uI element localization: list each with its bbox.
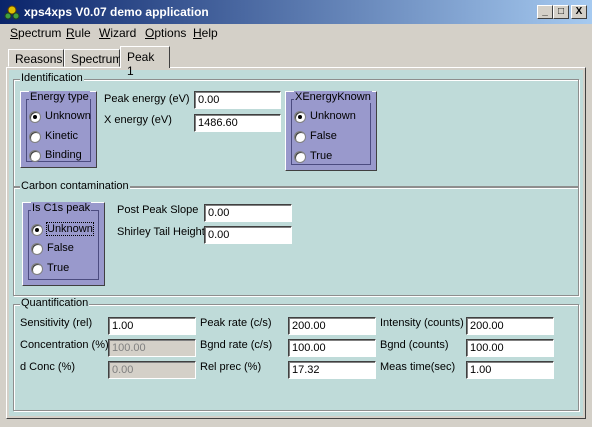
peak-rate-label: Peak rate (c/s)	[200, 317, 272, 329]
maximize-button[interactable]: □	[553, 5, 569, 19]
sensitivity-input[interactable]	[108, 317, 196, 335]
identification-label: Identification	[20, 72, 84, 84]
menu-options[interactable]: Options	[145, 26, 186, 40]
concentration-label: Concentration (%)	[20, 339, 109, 351]
radio-indicator	[29, 111, 41, 123]
tab-reasons[interactable]: Reasons	[8, 49, 64, 67]
carbon-contamination-label: Carbon contamination	[20, 180, 130, 192]
menu-help[interactable]: Help	[193, 26, 218, 40]
bgnd-counts-label: Bgnd (counts)	[380, 339, 449, 351]
menu-bar: Spectrum Rule Wizard Options Help	[0, 24, 592, 42]
window-title: xps4xps V0.07 demo application	[24, 5, 209, 19]
radio-indicator	[294, 151, 306, 163]
tab-peak-1[interactable]: Peak 1	[120, 46, 170, 78]
bgnd-rate-input[interactable]	[288, 339, 376, 357]
quantification-group: Quantification Sensitivity (rel) Concent…	[13, 297, 579, 411]
radio-indicator	[31, 224, 43, 236]
shirley-tail-height-input[interactable]	[204, 226, 292, 244]
energy-type-title: Energy type	[29, 91, 90, 103]
radio-indicator	[294, 111, 306, 123]
radio-indicator	[31, 243, 43, 255]
tab-spectrum[interactable]: Spectrum	[64, 49, 122, 67]
radio-label: Unknown	[310, 110, 356, 122]
menu-wizard[interactable]: Wizard	[99, 26, 136, 40]
radio-indicator	[294, 131, 306, 143]
radio-indicator	[29, 150, 41, 162]
meas-time-label: Meas time(sec)	[380, 361, 456, 373]
menu-rule[interactable]: Rule	[66, 26, 91, 40]
is-c1s-peak-title: Is C1s peak	[31, 202, 92, 214]
radio-label: Binding	[45, 149, 82, 161]
x-energy-label: X energy (eV)	[104, 114, 172, 126]
radio-label: True	[47, 262, 70, 274]
menu-spectrum[interactable]: Spectrum	[10, 26, 61, 40]
radio-label: False	[47, 242, 74, 254]
rel-prec-label: Rel prec (%)	[200, 361, 262, 373]
d-conc-label: d Conc (%)	[20, 361, 76, 373]
x-energy-input[interactable]	[194, 114, 281, 132]
xenergy-known-title: XEnergyKnown	[294, 91, 372, 103]
minimize-button[interactable]: _	[537, 5, 553, 19]
peak-energy-label: Peak energy (eV)	[104, 93, 190, 105]
tab-panel-body: Identification Energy type Unknown Kinet…	[9, 70, 583, 416]
shirley-tail-height-label: Shirley Tail Height	[117, 226, 205, 238]
bgnd-rate-label: Bgnd rate (c/s)	[200, 339, 273, 351]
radio-indicator	[31, 263, 43, 275]
rel-prec-input[interactable]	[288, 361, 376, 379]
concentration-input	[108, 339, 196, 357]
radio-label: False	[310, 130, 337, 142]
d-conc-input	[108, 361, 196, 379]
intensity-input[interactable]	[466, 317, 554, 335]
post-peak-slope-input[interactable]	[204, 204, 292, 222]
intensity-label: Intensity (counts)	[380, 317, 464, 329]
xenergy-known-group: XEnergyKnown Unknown False True	[285, 91, 377, 171]
energy-type-group: Energy type Unknown Kinetic Binding	[20, 91, 97, 168]
radio-label: Unknown	[45, 110, 91, 122]
bgnd-counts-input[interactable]	[466, 339, 554, 357]
radio-indicator	[29, 131, 41, 143]
title-bar: xps4xps V0.07 demo application _ □ X	[0, 0, 592, 24]
radio-label: Unknown	[46, 222, 94, 236]
meas-time-input[interactable]	[466, 361, 554, 379]
is-c1s-peak-group: Is C1s peak Unknown False True	[22, 202, 105, 286]
post-peak-slope-label: Post Peak Slope	[117, 204, 199, 216]
radio-label: True	[310, 150, 333, 162]
peak-energy-input[interactable]	[194, 91, 281, 109]
peak-rate-input[interactable]	[288, 317, 376, 335]
carbon-contamination-group: Carbon contamination Is C1s peak Unknown…	[13, 180, 579, 296]
close-button[interactable]: X	[571, 5, 587, 19]
radio-label: Kinetic	[45, 130, 79, 142]
app-icon	[4, 5, 20, 20]
sensitivity-label: Sensitivity (rel)	[20, 317, 93, 329]
identification-group: Identification Energy type Unknown Kinet…	[13, 72, 579, 187]
tab-panel: Identification Energy type Unknown Kinet…	[6, 67, 586, 419]
quantification-label: Quantification	[20, 297, 90, 309]
